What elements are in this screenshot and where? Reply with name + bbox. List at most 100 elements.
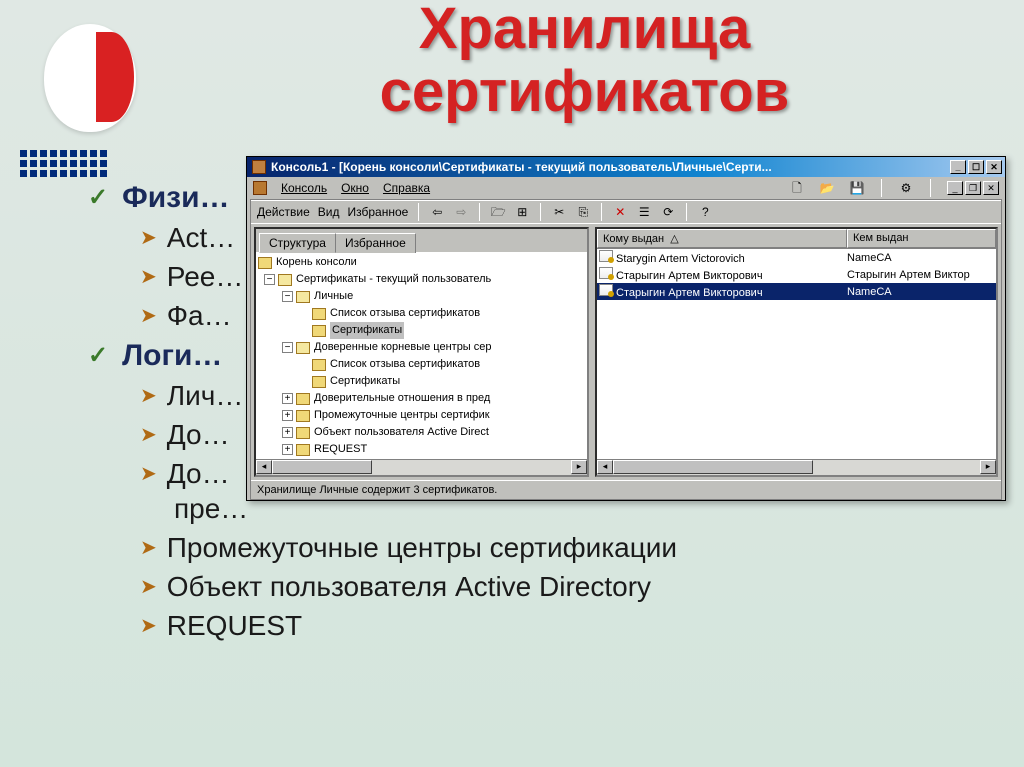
list-header: Кому выдан △ Кем выдан	[597, 229, 996, 249]
bullet-text: Фа…	[167, 298, 232, 335]
tree-node: Корень консоли	[258, 254, 587, 271]
bullet-text: пре…	[174, 491, 248, 528]
refresh-icon[interactable]: ⟳	[660, 204, 676, 220]
help-icon[interactable]: ?	[697, 204, 713, 220]
tree-node: −Сертификаты - текущий пользователь	[258, 271, 587, 288]
mdi-restore-button[interactable]: ❐	[965, 181, 981, 195]
tree-node: +Доверительные отношения в пред	[258, 390, 587, 407]
menu-help[interactable]: Справка	[383, 181, 430, 195]
scroll-thumb[interactable]	[272, 460, 372, 474]
tree-node: −Доверенные корневые центры сер	[258, 339, 587, 356]
list-row[interactable]: Starygin Artem Victorovich NameCA	[597, 249, 996, 266]
tree-node: −Личные	[258, 288, 587, 305]
certificate-icon	[599, 250, 613, 262]
main-menubar: Консоль Окно Справка 🗋 📂 💾 ⚙ _ ❐ ✕	[247, 177, 1005, 199]
bullet-text: Лич…	[167, 378, 244, 415]
window-title: Консоль1 - [Корень консоли\Сертификаты -…	[271, 160, 950, 174]
mmc-window: Консоль1 - [Корень консоли\Сертификаты -…	[246, 156, 1006, 501]
collapse-icon[interactable]: −	[282, 291, 293, 302]
menu-console[interactable]: Консоль	[281, 181, 327, 195]
bullet-text: Объект пользователя Active Directory	[167, 569, 651, 606]
tab-structure[interactable]: Структура	[259, 233, 336, 253]
bullet-text: Физи…	[122, 178, 229, 218]
tree-node: Список отзыва сертификатов	[258, 356, 587, 373]
window-titlebar[interactable]: Консоль1 - [Корень консоли\Сертификаты -…	[247, 157, 1005, 177]
horizontal-scrollbar[interactable]: ◂ ▸	[256, 459, 587, 475]
open-icon[interactable]: 📂	[819, 180, 835, 196]
copy-icon[interactable]: ⎘	[575, 204, 591, 220]
column-issued-to[interactable]: Кому выдан △	[597, 229, 847, 248]
scroll-right-icon[interactable]: ▸	[980, 460, 996, 474]
app-icon	[252, 160, 266, 174]
console-tree[interactable]: Корень консоли −Сертификаты - текущий по…	[256, 252, 587, 460]
tree-node: Сертификаты	[258, 373, 587, 390]
bullet-text: REQUEST	[167, 608, 302, 645]
up-folder-icon[interactable]: 🗁	[490, 204, 506, 220]
tree-node: Список отзыва сертификатов	[258, 305, 587, 322]
scroll-thumb[interactable]	[613, 460, 813, 474]
split-panes: Структура Избранное Корень консоли −Серт…	[251, 223, 1001, 480]
slide-logo	[38, 18, 158, 138]
bullet-text: Рее…	[167, 259, 244, 296]
mdi-close-button[interactable]: ✕	[983, 181, 999, 195]
scroll-left-icon[interactable]: ◂	[256, 460, 272, 474]
left-pane: Структура Избранное Корень консоли −Серт…	[254, 227, 589, 477]
minimize-button[interactable]: _	[950, 160, 966, 174]
expand-icon[interactable]: +	[282, 427, 293, 438]
collapse-icon[interactable]: −	[282, 342, 293, 353]
arrow-icon: ➤	[140, 613, 157, 639]
properties-icon[interactable]: ☰	[636, 204, 652, 220]
tree-node: +Промежуточные центры сертифик	[258, 407, 587, 424]
cut-icon[interactable]: ✂	[551, 204, 567, 220]
bullet-text: Промежуточные центры сертификации	[167, 530, 677, 567]
expand-icon[interactable]: +	[282, 410, 293, 421]
list-row[interactable]: Старыгин Артем Викторович Старыгин Артем…	[597, 266, 996, 283]
arrow-icon: ➤	[140, 574, 157, 600]
arrow-icon: ➤	[140, 383, 157, 409]
properties-icon[interactable]: ⚙	[898, 180, 914, 196]
menu-window[interactable]: Окно	[341, 181, 369, 195]
horizontal-scrollbar[interactable]: ◂ ▸	[597, 459, 996, 475]
forward-icon[interactable]: ⇨	[453, 204, 469, 220]
arrow-icon: ➤	[140, 461, 157, 487]
check-icon: ✓	[88, 340, 108, 372]
tab-favorites[interactable]: Избранное	[335, 233, 416, 253]
menu-action[interactable]: Действие	[257, 205, 310, 219]
expand-icon[interactable]: +	[282, 393, 293, 404]
scroll-left-icon[interactable]: ◂	[597, 460, 613, 474]
arrow-icon: ➤	[140, 422, 157, 448]
bullet-text: До…	[167, 417, 230, 454]
menu-view[interactable]: Вид	[318, 205, 340, 219]
bullet-text: До…	[167, 456, 230, 493]
check-icon: ✓	[88, 182, 108, 214]
console-icon	[253, 181, 267, 195]
certificate-icon	[599, 267, 613, 279]
status-bar: Хранилище Личные содержит 3 сертификатов…	[251, 480, 1001, 499]
bullet-text: Логи…	[122, 336, 222, 376]
list-row[interactable]: Старыгин Артем Викторович NameCA	[597, 283, 996, 300]
bullet-text: Act…	[167, 220, 235, 257]
title-line-2: сертификатов	[165, 61, 1004, 124]
expand-icon[interactable]: +	[282, 444, 293, 455]
collapse-icon[interactable]: −	[264, 274, 275, 285]
decorative-dot-grid	[20, 150, 107, 177]
maximize-button[interactable]: ☐	[968, 160, 984, 174]
mdi-child: Действие Вид Избранное ⇦ ⇨ 🗁 ⊞ ✂ ⎘ ✕ ☰ ⟳…	[250, 199, 1002, 500]
menu-favorites[interactable]: Избранное	[347, 205, 408, 219]
scroll-right-icon[interactable]: ▸	[571, 460, 587, 474]
arrow-icon: ➤	[140, 225, 157, 251]
delete-icon[interactable]: ✕	[612, 204, 628, 220]
new-icon[interactable]: 🗋	[789, 180, 805, 196]
toolbar: Действие Вид Избранное ⇦ ⇨ 🗁 ⊞ ✂ ⎘ ✕ ☰ ⟳…	[251, 200, 1001, 223]
back-icon[interactable]: ⇦	[429, 204, 445, 220]
tree-toggle-icon[interactable]: ⊞	[514, 204, 530, 220]
tree-node: +REQUEST	[258, 441, 587, 458]
column-issued-by[interactable]: Кем выдан	[847, 229, 996, 248]
arrow-icon: ➤	[140, 264, 157, 290]
close-button[interactable]: ✕	[986, 160, 1002, 174]
certificate-icon	[599, 284, 613, 296]
save-icon[interactable]: 💾	[849, 180, 865, 196]
mdi-minimize-button[interactable]: _	[947, 181, 963, 195]
title-line-1: Хранилища	[165, 0, 1004, 61]
right-pane: Кому выдан △ Кем выдан Starygin Artem Vi…	[595, 227, 998, 477]
